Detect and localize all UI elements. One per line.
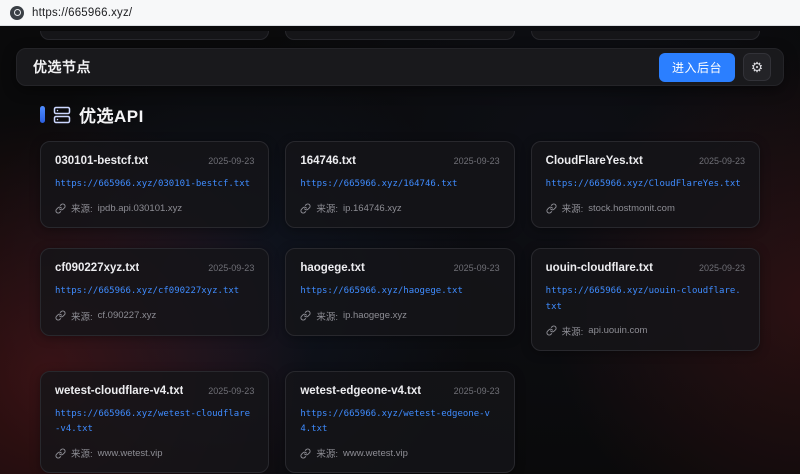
card-url-link[interactable]: https://665966.xyz/CloudFlareYes.txt bbox=[546, 177, 745, 192]
card-source-value: ipdb.api.030101.xyz bbox=[98, 203, 183, 214]
header-bar: 优选节点 进入后台 ⚙ bbox=[16, 48, 784, 86]
card-title: cf090227xyz.txt bbox=[55, 262, 139, 274]
card-source-label: 来源: bbox=[562, 324, 584, 338]
card-source-value: api.uouin.com bbox=[588, 325, 647, 336]
card-header: uouin-cloudflare.txt 2025-09-23 bbox=[546, 262, 745, 274]
card-header: wetest-cloudflare-v4.txt 2025-09-23 bbox=[55, 385, 254, 397]
card-source-value: cf.090227.xyz bbox=[98, 310, 157, 321]
card-date: 2025-09-23 bbox=[699, 263, 745, 273]
card-header: haogege.txt 2025-09-23 bbox=[300, 262, 499, 274]
card-source-value: www.wetest.vip bbox=[98, 448, 163, 459]
card-source-label: 来源: bbox=[316, 309, 338, 323]
api-card: 030101-bestcf.txt 2025-09-23 https://66596… bbox=[40, 141, 269, 228]
api-card: uouin-cloudflare.txt 2025-09-23 https://66… bbox=[531, 248, 760, 351]
card-source-row: 来源: cf.090227.xyz bbox=[55, 309, 254, 323]
card-date: 2025-09-23 bbox=[699, 156, 745, 166]
card-header: cf090227xyz.txt 2025-09-23 bbox=[55, 262, 254, 274]
card-date: 2025-09-23 bbox=[454, 263, 500, 273]
card-header: CloudFlareYes.txt 2025-09-23 bbox=[546, 155, 745, 167]
enter-admin-button[interactable]: 进入后台 bbox=[659, 53, 735, 82]
header-actions: 进入后台 ⚙ bbox=[659, 53, 771, 82]
api-card: CloudFlareYes.txt 2025-09-23 https://66596… bbox=[531, 141, 760, 228]
section-title: 优选API bbox=[79, 102, 144, 127]
card-source-label: 来源: bbox=[71, 201, 93, 215]
card-source-label: 来源: bbox=[562, 201, 584, 215]
link-icon bbox=[546, 325, 557, 336]
link-icon bbox=[55, 203, 66, 214]
api-card: wetest-edgeone-v4.txt 2025-09-23 https://6… bbox=[285, 371, 514, 474]
page-title: 优选节点 bbox=[33, 57, 91, 77]
link-icon bbox=[55, 310, 66, 321]
link-icon bbox=[300, 448, 311, 459]
card-title: CloudFlareYes.txt bbox=[546, 155, 643, 167]
card-title: haogege.txt bbox=[300, 262, 365, 274]
card-title: wetest-edgeone-v4.txt bbox=[300, 385, 421, 397]
card-fragment bbox=[285, 31, 514, 40]
card-source-row: 来源: ipdb.api.030101.xyz bbox=[55, 201, 254, 215]
api-card: wetest-cloudflare-v4.txt 2025-09-23 https:… bbox=[40, 371, 269, 474]
card-fragment bbox=[40, 31, 269, 40]
card-date: 2025-09-23 bbox=[208, 386, 254, 396]
link-icon bbox=[300, 310, 311, 321]
card-source-row: 来源: stock.hostmonit.com bbox=[546, 201, 745, 215]
card-header: wetest-edgeone-v4.txt 2025-09-23 bbox=[300, 385, 499, 397]
card-source-value: ip.haogege.xyz bbox=[343, 310, 407, 321]
card-url-link[interactable]: https://665966.xyz/164746.txt bbox=[300, 177, 499, 192]
card-source-row: 来源: www.wetest.vip bbox=[300, 446, 499, 460]
section-heading: 优选API bbox=[40, 102, 760, 127]
gear-icon: ⚙ bbox=[751, 60, 764, 74]
card-source-row: 来源: ip.164746.xyz bbox=[300, 201, 499, 215]
scrolled-card-fragments bbox=[40, 31, 760, 40]
card-source-label: 来源: bbox=[71, 309, 93, 323]
settings-button[interactable]: ⚙ bbox=[743, 53, 771, 81]
card-source-value: ip.164746.xyz bbox=[343, 203, 402, 214]
url-text[interactable]: https://665966.xyz/ bbox=[32, 7, 132, 19]
card-title: wetest-cloudflare-v4.txt bbox=[55, 385, 183, 397]
card-url-link[interactable]: https://665966.xyz/wetest-edgeone-v4.txt bbox=[300, 407, 499, 438]
card-url-link[interactable]: https://665966.xyz/030101-bestcf.txt bbox=[55, 177, 254, 192]
link-icon bbox=[55, 448, 66, 459]
card-title: uouin-cloudflare.txt bbox=[546, 262, 653, 274]
api-card: haogege.txt 2025-09-23 https://665966.xyz/… bbox=[285, 248, 514, 335]
card-url-link[interactable]: https://665966.xyz/haogege.txt bbox=[300, 284, 499, 299]
card-date: 2025-09-23 bbox=[454, 386, 500, 396]
card-grid: 030101-bestcf.txt 2025-09-23 https://66596… bbox=[40, 141, 760, 473]
card-title: 164746.txt bbox=[300, 155, 356, 167]
card-source-row: 来源: ip.haogege.xyz bbox=[300, 309, 499, 323]
card-url-link[interactable]: https://665966.xyz/cf090227xyz.txt bbox=[55, 284, 254, 299]
server-icon bbox=[53, 106, 71, 124]
link-icon bbox=[546, 203, 557, 214]
card-date: 2025-09-23 bbox=[454, 156, 500, 166]
link-icon bbox=[300, 203, 311, 214]
card-source-label: 来源: bbox=[316, 201, 338, 215]
site-info-icon[interactable] bbox=[10, 6, 24, 20]
card-source-value: www.wetest.vip bbox=[343, 448, 408, 459]
page-background: 优选节点 进入后台 ⚙ 优选API 030101-bestcf.txt 2025-… bbox=[0, 26, 800, 474]
card-header: 030101-bestcf.txt 2025-09-23 bbox=[55, 155, 254, 167]
card-source-row: 来源: api.uouin.com bbox=[546, 324, 745, 338]
card-header: 164746.txt 2025-09-23 bbox=[300, 155, 499, 167]
card-source-value: stock.hostmonit.com bbox=[588, 203, 675, 214]
card-source-label: 来源: bbox=[316, 446, 338, 460]
card-source-row: 来源: www.wetest.vip bbox=[55, 446, 254, 460]
browser-address-bar[interactable]: https://665966.xyz/ bbox=[0, 0, 800, 26]
accent-bar-icon bbox=[40, 106, 45, 123]
card-date: 2025-09-23 bbox=[208, 263, 254, 273]
card-title: 030101-bestcf.txt bbox=[55, 155, 148, 167]
card-url-link[interactable]: https://665966.xyz/wetest-cloudflare-v4.… bbox=[55, 407, 254, 438]
card-source-label: 来源: bbox=[71, 446, 93, 460]
api-card: 164746.txt 2025-09-23 https://665966.xyz/1… bbox=[285, 141, 514, 228]
api-card: cf090227xyz.txt 2025-09-23 https://665966.… bbox=[40, 248, 269, 335]
card-fragment bbox=[531, 31, 760, 40]
card-url-link[interactable]: https://665966.xyz/uouin-cloudflare.txt bbox=[546, 284, 745, 315]
card-date: 2025-09-23 bbox=[208, 156, 254, 166]
